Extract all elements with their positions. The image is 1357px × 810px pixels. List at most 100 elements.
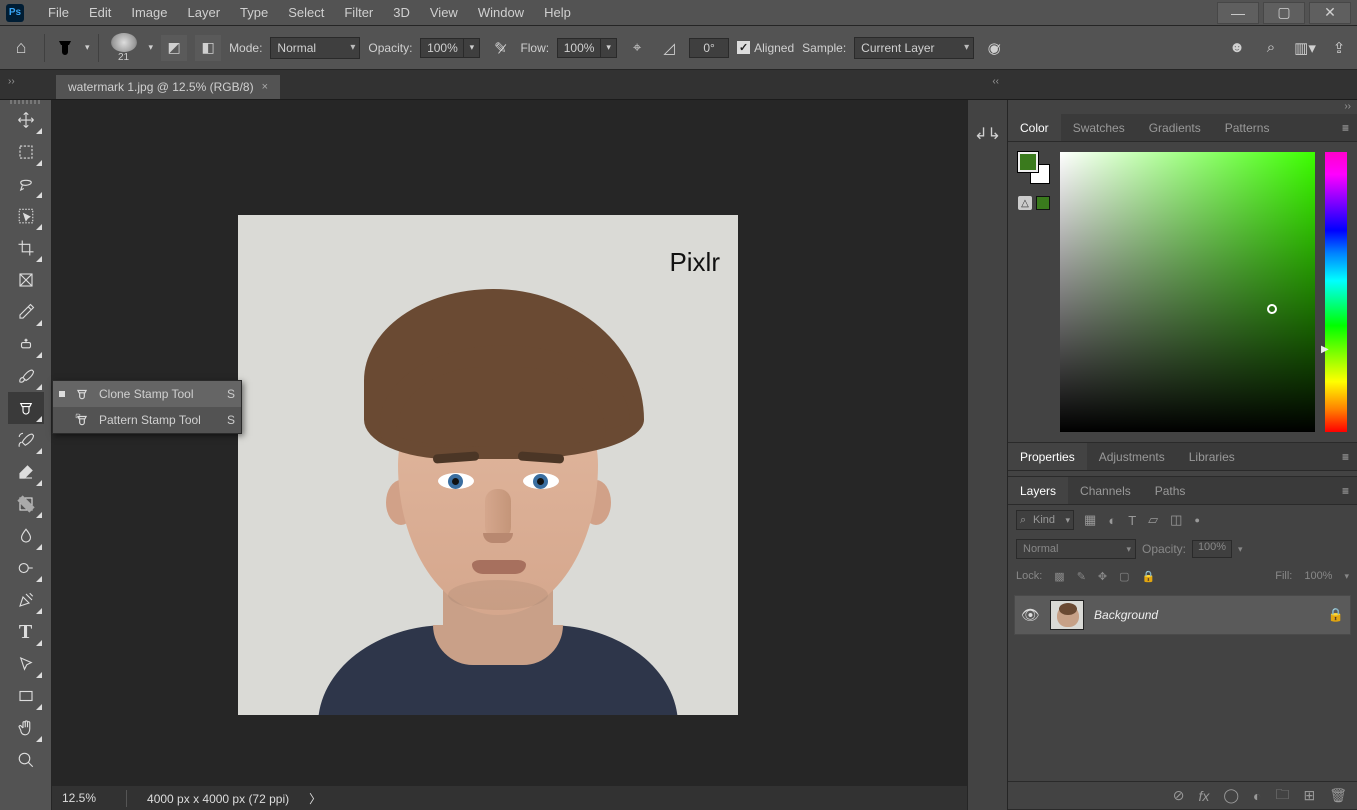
opacity-dropdown[interactable]: ▾: [464, 38, 480, 58]
filter-toggle-icon[interactable]: ●: [1194, 515, 1199, 525]
menu-3d[interactable]: 3D: [383, 1, 420, 24]
eraser-tool[interactable]: [8, 456, 44, 488]
filter-adjust-icon[interactable]: ◐: [1108, 513, 1116, 528]
tab-swatches[interactable]: Swatches: [1061, 114, 1137, 141]
collapse-right-arrow-icon[interactable]: ‹‹: [992, 76, 999, 87]
tab-properties[interactable]: Properties: [1008, 443, 1087, 470]
canvas-area[interactable]: Pixlr 12.5% 4000 px x 4000 px (72 ppi) 〉: [52, 100, 967, 810]
panel-menu-icon[interactable]: ≡: [1334, 121, 1357, 135]
flow-value[interactable]: 100%: [557, 38, 601, 58]
search-icon[interactable]: ⌕: [1259, 36, 1283, 60]
panel-menu-icon[interactable]: ≡: [1334, 484, 1357, 498]
close-document-icon[interactable]: ×: [262, 81, 268, 93]
clone-stamp-tool-preset-icon[interactable]: [53, 36, 77, 60]
panel-menu-icon[interactable]: ≡: [1334, 450, 1357, 464]
flow-dropdown[interactable]: ▾: [601, 38, 617, 58]
layer-mask-icon[interactable]: ◯: [1223, 787, 1239, 804]
layer-blend-mode-select[interactable]: Normal: [1016, 539, 1136, 559]
hand-tool[interactable]: [8, 712, 44, 744]
sample-select[interactable]: Current Layer: [854, 37, 974, 59]
brush-tool[interactable]: [8, 360, 44, 392]
menu-file[interactable]: File: [38, 1, 79, 24]
lock-pixels-icon[interactable]: ✎: [1077, 570, 1086, 583]
hue-slider[interactable]: ▶: [1325, 152, 1347, 432]
collapse-panels-icon[interactable]: ››: [1008, 100, 1357, 114]
lock-position-icon[interactable]: ✥: [1098, 570, 1107, 583]
object-select-tool[interactable]: [8, 200, 44, 232]
layer-filter-kind-select[interactable]: Kind: [1016, 510, 1074, 530]
frame-tool[interactable]: [8, 264, 44, 296]
menu-help[interactable]: Help: [534, 1, 581, 24]
ignore-adjustment-layers-icon[interactable]: ◉̷: [982, 36, 1006, 60]
new-group-icon[interactable]: 🗀: [1275, 784, 1289, 808]
filter-type-icon[interactable]: T: [1128, 513, 1136, 528]
marquee-tool[interactable]: [8, 136, 44, 168]
layer-name[interactable]: Background: [1094, 608, 1158, 622]
home-icon[interactable]: ⌂: [6, 33, 36, 63]
window-close-button[interactable]: ✕: [1309, 2, 1351, 24]
history-brush-tool[interactable]: [8, 424, 44, 456]
flyout-clone-stamp[interactable]: Clone Stamp Tool S: [53, 381, 241, 407]
gamut-warning-icon[interactable]: △: [1018, 196, 1032, 210]
clone-source-panel-icon[interactable]: ◧: [195, 35, 221, 61]
tab-layers[interactable]: Layers: [1008, 477, 1068, 504]
lock-artboard-icon[interactable]: ▢: [1119, 570, 1129, 583]
tab-channels[interactable]: Channels: [1068, 477, 1143, 504]
lock-transparency-icon[interactable]: ▩: [1054, 570, 1064, 583]
document-tab[interactable]: watermark 1.jpg @ 12.5% (RGB/8) ×: [56, 75, 280, 99]
window-minimize-button[interactable]: —: [1217, 2, 1259, 24]
path-select-tool[interactable]: [8, 648, 44, 680]
layer-fill-value[interactable]: 100%: [1304, 570, 1332, 582]
tab-libraries[interactable]: Libraries: [1177, 443, 1247, 470]
blend-mode-select[interactable]: Normal: [270, 37, 360, 59]
dodge-tool[interactable]: [8, 552, 44, 584]
blur-tool[interactable]: [8, 520, 44, 552]
link-layers-icon[interactable]: ⊘: [1173, 787, 1185, 804]
foreground-color-swatch[interactable]: [1018, 152, 1038, 172]
zoom-level[interactable]: 12.5%: [62, 791, 96, 805]
saturation-value-picker[interactable]: [1060, 152, 1315, 432]
filter-smart-icon[interactable]: ◫: [1170, 512, 1182, 528]
new-layer-icon[interactable]: ⊞: [1303, 787, 1315, 804]
aligned-checkbox[interactable]: ✓Aligned: [737, 41, 794, 55]
visibility-eye-icon[interactable]: 👁: [1021, 606, 1040, 624]
layer-style-icon[interactable]: fx: [1198, 788, 1209, 804]
healing-brush-tool[interactable]: [8, 328, 44, 360]
type-tool[interactable]: T: [8, 616, 44, 648]
brush-angle-value[interactable]: 0°: [689, 38, 729, 58]
document-dimensions[interactable]: 4000 px x 4000 px (72 ppi) 〉: [126, 790, 321, 807]
delete-layer-icon[interactable]: 🗑: [1329, 787, 1347, 804]
workspace-switcher-icon[interactable]: ▥▾: [1293, 36, 1317, 60]
pressure-opacity-icon[interactable]: ✎̷: [488, 36, 512, 60]
flyout-pattern-stamp[interactable]: Pattern Stamp Tool S: [53, 407, 241, 433]
menu-edit[interactable]: Edit: [79, 1, 121, 24]
collapse-tools-arrow-icon[interactable]: ››: [8, 76, 15, 87]
layer-opacity-value[interactable]: 100%: [1192, 540, 1232, 558]
tab-patterns[interactable]: Patterns: [1213, 114, 1282, 141]
tab-paths[interactable]: Paths: [1143, 477, 1198, 504]
document-canvas[interactable]: Pixlr: [238, 215, 738, 715]
filter-pixel-icon[interactable]: ▦: [1084, 512, 1096, 528]
tab-adjustments[interactable]: Adjustments: [1087, 443, 1177, 470]
airbrush-icon[interactable]: ⌖: [625, 36, 649, 60]
brush-settings-icon[interactable]: ◩: [161, 35, 187, 61]
zoom-tool[interactable]: [8, 744, 44, 776]
new-adjustment-icon[interactable]: ◐: [1253, 788, 1261, 804]
lasso-tool[interactable]: [8, 168, 44, 200]
eyedropper-tool[interactable]: [8, 296, 44, 328]
crop-tool[interactable]: [8, 232, 44, 264]
menu-type[interactable]: Type: [230, 1, 278, 24]
history-panel-icon[interactable]: ↲↳: [976, 122, 1000, 146]
clone-stamp-tool[interactable]: [8, 392, 44, 424]
menu-view[interactable]: View: [420, 1, 468, 24]
tab-gradients[interactable]: Gradients: [1137, 114, 1213, 141]
window-maximize-button[interactable]: ▢: [1263, 2, 1305, 24]
move-tool[interactable]: [8, 104, 44, 136]
opacity-value[interactable]: 100%: [420, 38, 464, 58]
menu-window[interactable]: Window: [468, 1, 534, 24]
lock-all-icon[interactable]: 🔒: [1142, 570, 1156, 583]
tab-color[interactable]: Color: [1008, 114, 1061, 141]
menu-image[interactable]: Image: [121, 1, 177, 24]
layer-row[interactable]: 👁 Background 🔒: [1014, 595, 1351, 635]
pen-tool[interactable]: [8, 584, 44, 616]
